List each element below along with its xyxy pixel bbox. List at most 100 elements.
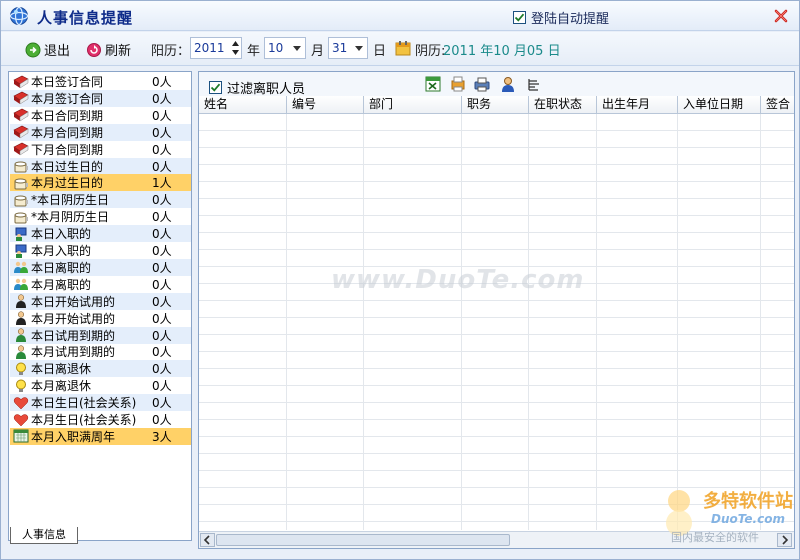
list-item-label: 本月生日(社会关系): [31, 413, 137, 427]
exit-label: 退出: [44, 44, 71, 59]
list-item-label: 本月开始试用的: [31, 311, 116, 326]
people-leave-icon: [13, 277, 29, 291]
chevron-down-icon: [293, 46, 301, 51]
day-select[interactable]: 31: [328, 37, 368, 59]
list-item[interactable]: 本月离职的 0人: [10, 276, 191, 293]
year-spinner[interactable]: 2011: [190, 37, 242, 59]
list-item[interactable]: 本日离职的 0人: [10, 258, 191, 276]
list-item[interactable]: 本日离退休 0人: [10, 360, 191, 378]
list-item[interactable]: 本日入职的 0人: [10, 225, 191, 243]
print-preview-icon[interactable]: [449, 75, 467, 93]
person-trial-icon: [13, 294, 29, 309]
scroll-left-button[interactable]: [200, 533, 215, 547]
app-window: 人事信息提醒 登陆自动提醒 退出 刷新 阳历： 2011 年 10 月 31 日…: [0, 0, 800, 560]
list-item[interactable]: 本日签订合同 0人: [10, 73, 191, 90]
brand-en: DuoTe.com: [711, 512, 785, 526]
list-item-label: 本日开始试用的: [31, 294, 116, 309]
slogan: 国内最安全的软件: [671, 530, 759, 544]
auto-login-toggle[interactable]: 登陆自动提醒: [513, 8, 609, 27]
list-item-label: 本日过生日的: [31, 159, 104, 174]
reminder-list: 本日签订合同 0人 本月签订合同 0人 本日合同到期 0人 本月合同到期 0人 下月合同到期 0人…: [8, 71, 192, 541]
list-item[interactable]: 本月生日(社会关系) 0人: [10, 411, 191, 428]
column-header[interactable]: 在职状态: [529, 96, 597, 113]
list-item-count: 0人: [152, 260, 172, 275]
grid-header: 姓名 编号 部门 职务 在职状态 出生年月 入单位日期 签合: [199, 96, 794, 114]
grid-body[interactable]: [199, 114, 794, 530]
list-item[interactable]: 本日合同到期 0人: [10, 107, 191, 124]
list-item-label: 本月离职的: [31, 277, 92, 292]
list-item[interactable]: 本月合同到期 0人: [10, 123, 191, 141]
list-item-label: 本日生日(社会关系): [31, 396, 137, 411]
list-item-count: 0人: [152, 294, 172, 309]
list-item-count: 0人: [152, 193, 172, 208]
list-item-count: 0人: [152, 362, 172, 377]
filter-checkbox[interactable]: [209, 81, 222, 94]
list-item-label: 本日签订合同: [31, 75, 104, 89]
toolbar: 退出 刷新 阳历： 2011 年 10 月 31 日 阴历: 2011 年10 …: [1, 32, 799, 66]
list-item[interactable]: 本日开始试用的 0人: [10, 292, 191, 310]
list-item-count: 0人: [152, 125, 172, 140]
column-header[interactable]: 入单位日期: [678, 96, 761, 113]
list-item[interactable]: 本日过生日的 0人: [10, 157, 191, 175]
list-item-count: 0人: [152, 379, 172, 394]
column-header[interactable]: 编号: [287, 96, 364, 113]
excel-export-icon[interactable]: [424, 75, 442, 93]
list-item[interactable]: 本月试用到期的 0人: [10, 343, 191, 360]
list-item[interactable]: 本月开始试用的 0人: [10, 310, 191, 327]
globe-icon: [9, 6, 29, 26]
list-item-count: 0人: [152, 277, 172, 292]
lunar-label: 阴历:: [415, 44, 446, 59]
list-item-count: 0人: [152, 91, 172, 106]
cake-icon: [13, 176, 29, 190]
column-header[interactable]: 出生年月: [597, 96, 678, 113]
printer-icon[interactable]: [473, 75, 491, 93]
close-icon[interactable]: [773, 8, 789, 24]
list-item[interactable]: 本月过生日的 1人: [10, 174, 191, 192]
column-header[interactable]: 姓名: [199, 96, 287, 113]
month-select[interactable]: 10: [264, 37, 306, 59]
list-item[interactable]: 本月入职的 0人: [10, 242, 191, 259]
app-title: 人事信息提醒: [37, 9, 134, 27]
person-trial-end-icon: [13, 328, 29, 342]
list-item-label: 本日入职的: [31, 227, 92, 242]
list-item-label: 本月试用到期的: [31, 345, 116, 360]
list-item[interactable]: *本日阴历生日 0人: [10, 191, 191, 209]
list-item-label: *本月阴历生日: [31, 210, 110, 225]
scroll-thumb[interactable]: [216, 534, 510, 546]
list-item[interactable]: 本月离退休 0人: [10, 377, 191, 394]
list-item-label: 本日合同到期: [31, 108, 104, 123]
spinner-arrows-icon[interactable]: [231, 39, 240, 57]
column-settings-icon[interactable]: [525, 75, 543, 93]
exit-button[interactable]: 退出: [25, 40, 70, 59]
list-item[interactable]: *本月阴历生日 0人: [10, 208, 191, 225]
list-item[interactable]: 本日试用到期的 0人: [10, 326, 191, 344]
column-header[interactable]: 职务: [462, 96, 529, 113]
contract-book-icon: [13, 108, 29, 122]
list-item-count: 0人: [152, 244, 172, 258]
list-item[interactable]: 本月入职满周年 3人: [10, 427, 191, 445]
tab-hr-info[interactable]: 人事信息: [10, 527, 78, 544]
list-item-count: 0人: [152, 159, 172, 174]
refresh-icon: [87, 42, 101, 57]
column-header[interactable]: 部门: [364, 96, 462, 113]
solar-label: 阳历：: [151, 44, 191, 59]
column-header[interactable]: 签合: [761, 96, 794, 113]
person-detail-icon[interactable]: [499, 75, 517, 93]
cake-icon: [13, 193, 29, 207]
list-item[interactable]: 本日生日(社会关系) 0人: [10, 394, 191, 412]
list-item[interactable]: 本月签订合同 0人: [10, 89, 191, 107]
list-item-count: 0人: [152, 142, 172, 157]
list-item-label: 本月入职满周年: [31, 429, 116, 444]
list-item-label: 本日试用到期的: [31, 328, 116, 343]
person-join-icon: [13, 227, 29, 241]
list-item-label: 本月离退休: [31, 379, 92, 394]
filter-resigned-toggle[interactable]: 过滤离职人员: [209, 78, 305, 97]
list-item-count: 3人: [152, 429, 172, 444]
list-item-count: 0人: [152, 210, 172, 225]
list-item-label: 本日离退休: [31, 362, 92, 377]
auto-login-checkbox[interactable]: [513, 11, 526, 24]
filter-label: 过滤离职人员: [227, 82, 306, 97]
list-item[interactable]: 下月合同到期 0人: [10, 141, 191, 158]
refresh-button[interactable]: 刷新: [86, 40, 131, 59]
brand-cn: 多特软件站: [703, 490, 793, 512]
